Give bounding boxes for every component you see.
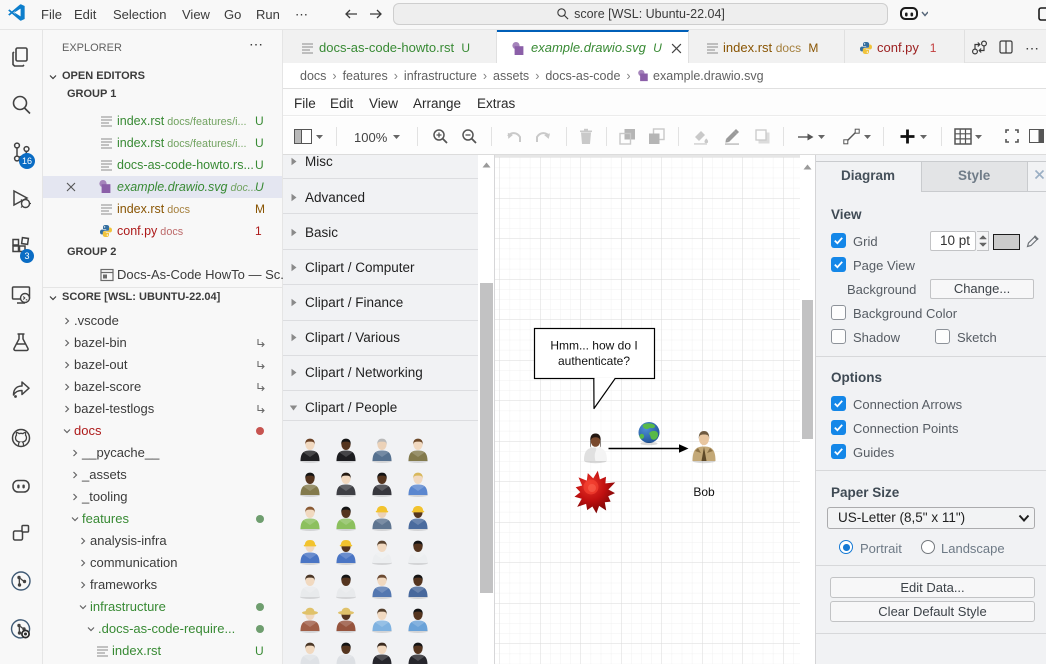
svg-text:Bob: Bob: [693, 485, 715, 499]
svg-text:authenticate?: authenticate?: [558, 354, 630, 368]
svg-text:Hmm... how do I: Hmm... how do I: [550, 339, 637, 353]
